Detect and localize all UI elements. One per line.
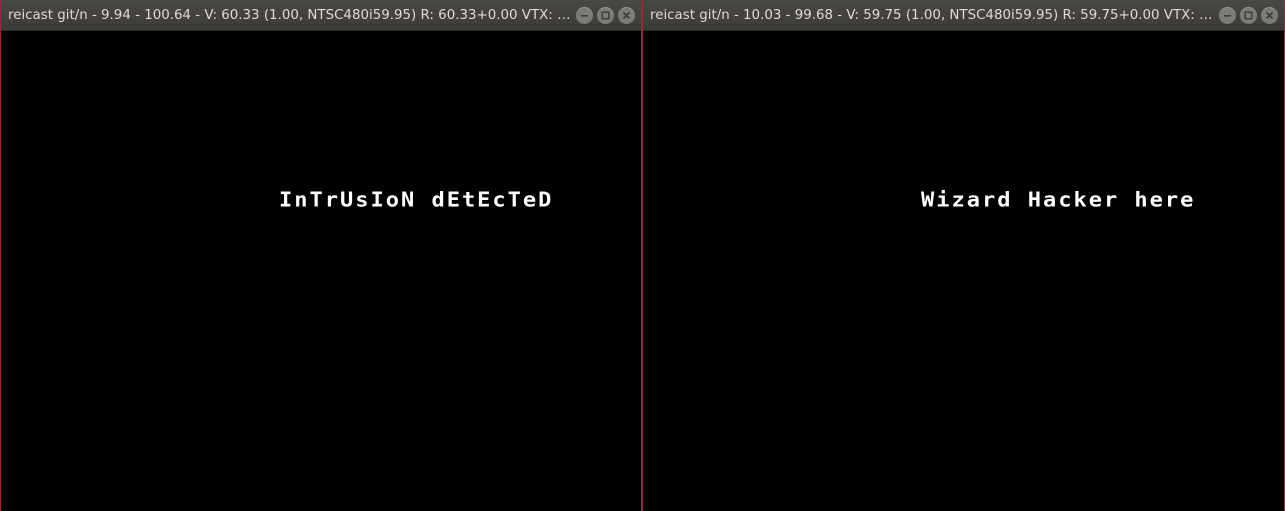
emulator-window-right[interactable]: reicast git/n - 10.03 - 99.68 - V: 59.75… (642, 0, 1285, 511)
window-titlebar[interactable]: reicast git/n - 10.03 - 99.68 - V: 59.75… (643, 0, 1284, 31)
close-icon[interactable] (618, 7, 635, 24)
window-title: reicast git/n - 9.94 - 100.64 - V: 60.33… (8, 8, 576, 23)
minimize-icon[interactable] (576, 7, 593, 24)
game-message: Wizard Hacker here (921, 189, 1196, 212)
close-icon[interactable] (1261, 7, 1278, 24)
game-viewport[interactable]: Wizard Hacker here (643, 31, 1284, 511)
maximize-icon[interactable] (597, 7, 614, 24)
minimize-icon[interactable] (1219, 7, 1236, 24)
window-controls (576, 7, 635, 25)
window-title: reicast git/n - 10.03 - 99.68 - V: 59.75… (650, 8, 1218, 23)
maximize-icon[interactable] (1240, 7, 1257, 24)
window-titlebar[interactable]: reicast git/n - 9.94 - 100.64 - V: 60.33… (1, 0, 641, 31)
game-message: InTrUsIoN dEtEcTeD (279, 189, 554, 212)
window-controls (1219, 7, 1278, 25)
game-viewport[interactable]: InTrUsIoN dEtEcTeD (1, 31, 641, 511)
desktop: reicast git/n - 9.94 - 100.64 - V: 60.33… (0, 0, 1285, 511)
emulator-window-left[interactable]: reicast git/n - 9.94 - 100.64 - V: 60.33… (0, 0, 642, 511)
